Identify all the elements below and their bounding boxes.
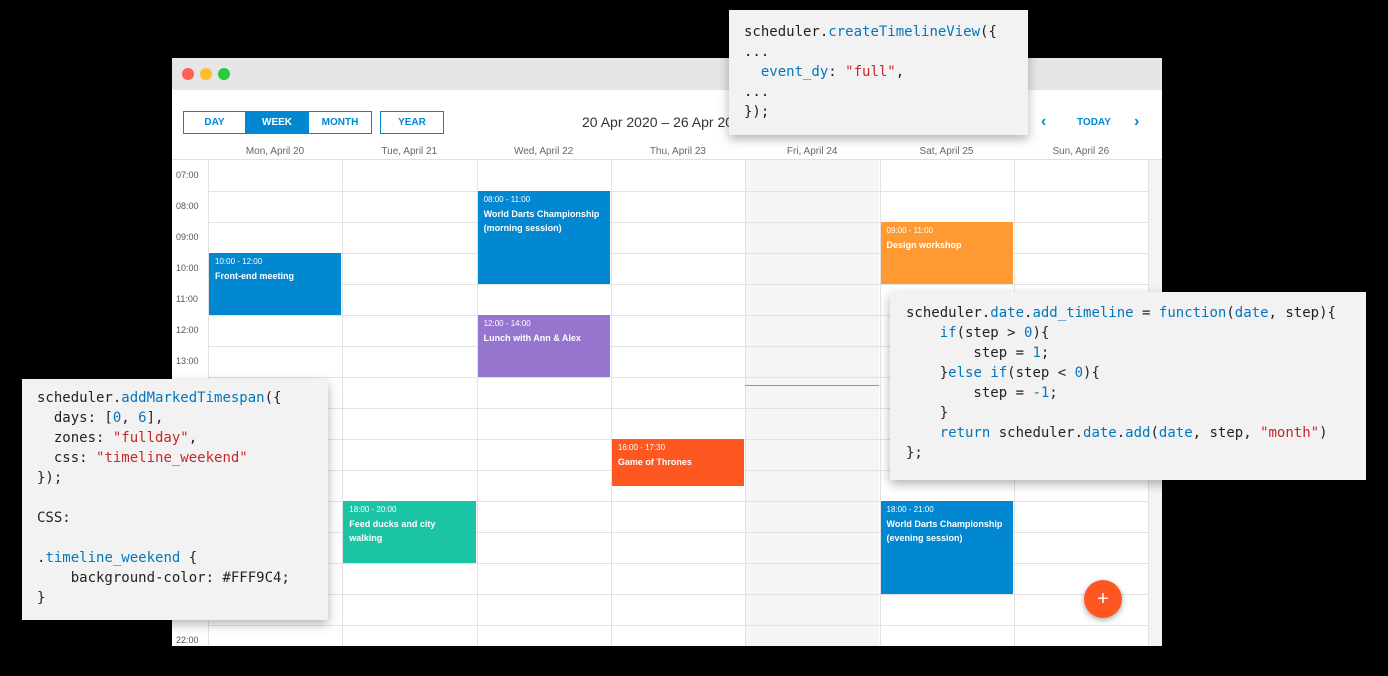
event-time: 18:00 - 21:00 [886, 505, 934, 514]
day-header: Mon, April 20 [245, 146, 305, 157]
code-line: .timeline_weekend { [37, 550, 198, 566]
hour-line [208, 625, 1148, 626]
event-card[interactable]: 16:00 - 17:30 Game of Thrones [611, 439, 745, 486]
close-window-button[interactable] [182, 68, 194, 80]
code-line: event_dy: "full", [760, 64, 905, 80]
hour-label: 08:00 [176, 201, 199, 211]
day-header: Sun, April 26 [1052, 146, 1110, 157]
event-time: 18:00 - 20:00 [349, 505, 397, 514]
code-line: }else if(step < 0){ [906, 365, 1100, 381]
year-view-button[interactable]: YEAR [380, 111, 444, 134]
hour-label: 12:00 [176, 325, 199, 335]
week-view-button[interactable]: WEEK [245, 111, 309, 134]
hour-label: 11:00 [176, 294, 198, 304]
day-header: Tue, April 21 [381, 146, 438, 157]
code-line: background-color: #FFF9C4; [37, 570, 290, 586]
day-column[interactable] [610, 160, 745, 646]
event-card[interactable]: 18:00 - 20:00 Feed ducks and city walking [343, 501, 476, 563]
today-button[interactable]: TODAY [1077, 117, 1111, 128]
minimize-window-button[interactable] [200, 68, 212, 80]
event-title: Front-end meeting [215, 271, 294, 281]
event-title: Design workshop [886, 240, 962, 250]
day-column[interactable] [342, 160, 476, 646]
day-column[interactable] [745, 160, 880, 646]
chevron-right-icon[interactable]: › [1134, 113, 1139, 131]
day-header-row: Mon, April 20 Tue, April 21 Wed, April 22 T… [172, 146, 1162, 160]
code-line: zones: "fullday", [37, 430, 198, 446]
code-line: ... [744, 84, 770, 100]
hour-line [208, 191, 1148, 192]
code-line: } [37, 590, 46, 606]
code-line: step = -1; [906, 385, 1058, 401]
code-snippet-timeline-view: scheduler.createTimelineView({... event_… [729, 10, 1028, 135]
event-time: 09:00 - 11:00 [886, 226, 934, 235]
code-line: css: "timeline_weekend" [37, 450, 248, 466]
month-view-button[interactable]: MONTH [308, 111, 372, 134]
event-title: Feed ducks and city walking [349, 519, 436, 543]
event-card[interactable]: 08:00 - 11:00 World Darts Championship (m… [477, 191, 610, 284]
hour-label: 22:00 [176, 635, 199, 645]
hour-label: 10:00 [176, 263, 199, 273]
code-line: ... [744, 44, 770, 60]
hour-line [208, 284, 1148, 285]
event-title: World Darts Championship (evening sessio… [886, 519, 1003, 543]
code-line: days: [0, 6], [37, 410, 164, 426]
code-line: }); [37, 470, 63, 486]
day-header: Thu, April 23 [649, 146, 706, 157]
event-card[interactable]: 18:00 - 21:00 World Darts Championship (e… [880, 501, 1013, 594]
code-line: }); [744, 104, 770, 120]
code-line: scheduler.date.add_timeline = function(d… [906, 305, 1336, 321]
code-snippet-marked-timespan: scheduler.addMarkedTimespan({ days: [0, … [22, 379, 328, 620]
day-header: Fri, April 24 [786, 146, 838, 157]
day-header: Sat, April 25 [919, 146, 974, 157]
hour-label: 09:00 [176, 232, 199, 242]
event-card[interactable]: 09:00 - 11:00 Design workshop [880, 222, 1013, 284]
code-line: scheduler.addMarkedTimespan({ [37, 390, 282, 406]
current-time-line [745, 385, 879, 386]
event-title: Game of Thrones [617, 457, 692, 467]
event-card[interactable]: 10:00 - 12:00 Front-end meeting [209, 253, 342, 315]
code-line: if(step > 0){ [939, 325, 1050, 341]
event-time: 08:00 - 11:00 [483, 195, 531, 204]
code-line: CSS: [37, 510, 71, 526]
code-line: scheduler.createTimelineView({ [744, 24, 997, 40]
code-line: return scheduler.date.add(date, step, "m… [939, 425, 1328, 441]
event-time: 10:00 - 12:00 [215, 257, 263, 266]
hour-label: 13:00 [176, 356, 199, 366]
event-card[interactable]: 12:00 - 14:00 Lunch with Ann & Alex [477, 315, 610, 377]
add-event-button[interactable]: + [1084, 580, 1122, 618]
event-title: Lunch with Ann & Alex [483, 333, 581, 343]
code-line: step = 1; [906, 345, 1050, 361]
event-time: 12:00 - 14:00 [483, 319, 531, 328]
code-line: } [906, 405, 949, 421]
code-line: }; [906, 445, 923, 461]
day-header: Wed, April 22 [513, 146, 574, 157]
chevron-left-icon[interactable]: ‹ [1041, 113, 1046, 131]
maximize-window-button[interactable] [218, 68, 230, 80]
hour-label: 07:00 [176, 170, 199, 180]
event-time: 16:00 - 17:30 [617, 443, 666, 452]
date-range-title: 20 Apr 2020 – 26 Apr 2020 [582, 114, 749, 130]
event-title: World Darts Championship (morning sessio… [483, 209, 600, 233]
day-view-button[interactable]: DAY [183, 111, 246, 134]
hour-line [208, 594, 1148, 595]
code-snippet-add-timeline: scheduler.date.add_timeline = function(d… [890, 292, 1366, 480]
